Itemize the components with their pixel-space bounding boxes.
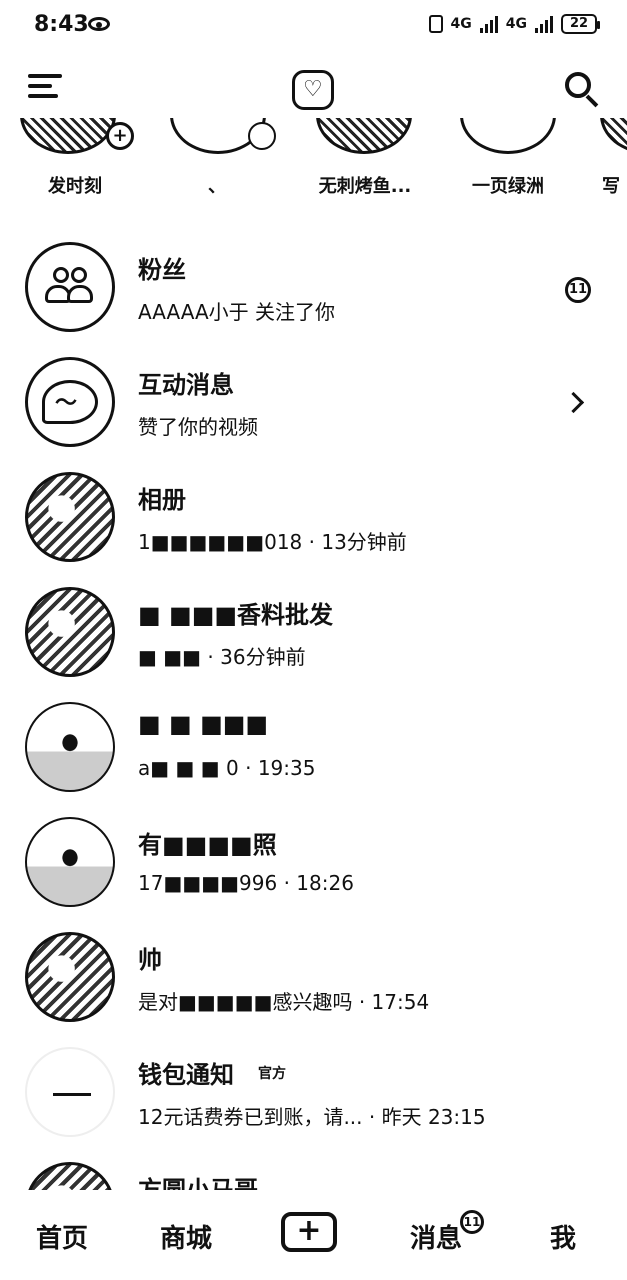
story-strip: + 发时刻 、 无刺烤鱼... 一页绿洲 写	[0, 118, 627, 208]
status-indicators: 4G 4G 22	[428, 14, 600, 34]
avatar	[25, 357, 115, 447]
eye-icon	[88, 17, 110, 31]
add-button[interactable]: +	[281, 1212, 337, 1252]
list-item[interactable]: 钱包通知 官方 12元话费券已到账，请... · 昨天 23:15	[0, 1035, 627, 1150]
battery-icon: 22	[561, 14, 600, 34]
avatar	[25, 472, 115, 562]
row-title: 相册	[138, 486, 186, 514]
plus-icon: +	[106, 122, 134, 150]
list-item[interactable]: 帅 是对■■■■■感兴趣吗 · 17:54	[0, 920, 627, 1035]
avatar	[25, 1162, 115, 1190]
list-item[interactable]: 粉丝 AAAAA小于 关注了你 11	[0, 230, 627, 345]
avatar	[25, 1047, 115, 1137]
row-subtitle: AAAAA小于 关注了你	[138, 300, 335, 324]
official-tag: 官方	[258, 1066, 286, 1082]
story-avatar	[316, 118, 412, 154]
row-subtitle: 1■■■■■■018 · 13分钟前	[138, 530, 407, 554]
avatar	[25, 587, 115, 677]
row-subtitle: a■ ■ ■ 0 · 19:35	[138, 756, 316, 780]
top-bar	[0, 62, 627, 118]
network-type-2: 4G	[505, 16, 527, 32]
chat-bolt-icon	[42, 380, 98, 424]
row-title: 有■■■■照	[138, 831, 277, 859]
row-title: 钱包通知	[138, 1061, 234, 1089]
row-title: 方圆小马哥	[138, 1176, 258, 1190]
avatar	[25, 932, 115, 1022]
status-bar: 8:43 4G 4G 22	[0, 0, 627, 54]
story-label: 、	[208, 176, 226, 197]
list-item[interactable]: ■ ■ ■■■ a■ ■ ■ 0 · 19:35	[0, 690, 627, 805]
avatar	[25, 817, 115, 907]
list-item[interactable]: ■ ■■■香料批发 ■ ■■ · 36分钟前	[0, 575, 627, 690]
row-title: 帅	[138, 946, 162, 974]
avatar	[25, 702, 115, 792]
story-label: 一页绿洲	[472, 176, 544, 197]
messages-badge: 11	[460, 1210, 484, 1234]
signal-icon-2	[535, 15, 553, 33]
avatar	[25, 242, 115, 332]
signal-icon	[479, 15, 498, 33]
story-label: 无刺烤鱼...	[318, 176, 412, 197]
list-item[interactable]: 相册 1■■■■■■018 · 13分钟前	[0, 460, 627, 575]
nav-me[interactable]: 我	[550, 1218, 576, 1255]
search-icon[interactable]	[565, 72, 599, 108]
row-subtitle: ■ ■■ · 36分钟前	[138, 645, 306, 669]
message-list: 粉丝 AAAAA小于 关注了你 11 互动消息 赞了你的视频 相册 1■■■■■…	[0, 230, 627, 1190]
bottom-nav: 首页 商城 + 消息 11 我	[0, 1190, 627, 1280]
row-subtitle: 是对■■■■■感兴趣吗 · 17:54	[138, 990, 430, 1014]
list-item[interactable]: 方圆小马哥	[0, 1150, 627, 1190]
story-avatar	[460, 118, 556, 154]
menu-icon[interactable]	[28, 74, 62, 100]
story-label: 写	[602, 176, 620, 197]
row-subtitle: 12元话费券已到账，请... · 昨天 23:15	[138, 1105, 486, 1129]
nav-home[interactable]: 首页	[36, 1218, 88, 1255]
row-title: ■ ■ ■■■	[138, 710, 269, 738]
status-time: 8:43	[34, 12, 89, 37]
row-title: ■ ■■■香料批发	[138, 601, 334, 629]
camera-heart-icon[interactable]	[292, 70, 334, 110]
network-type-1: 4G	[450, 16, 472, 32]
chevron-right-icon[interactable]	[562, 391, 585, 414]
row-subtitle: 17■■■■996 · 18:26	[138, 871, 354, 895]
ring-icon	[248, 122, 276, 150]
people-icon	[44, 267, 96, 307]
nav-mall[interactable]: 商城	[160, 1218, 212, 1255]
row-title: 互动消息	[138, 371, 234, 399]
list-item[interactable]: 互动消息 赞了你的视频	[0, 345, 627, 460]
row-title: 粉丝	[138, 256, 186, 284]
story-avatar	[20, 118, 116, 154]
row-subtitle: 赞了你的视频	[138, 415, 258, 439]
nav-messages[interactable]: 消息	[410, 1218, 462, 1255]
list-item[interactable]: 有■■■■照 17■■■■996 · 18:26	[0, 805, 627, 920]
nfc-icon	[428, 15, 443, 33]
unread-badge: 11	[565, 277, 591, 303]
story-avatar	[600, 118, 627, 154]
story-label: 发时刻	[48, 176, 102, 197]
